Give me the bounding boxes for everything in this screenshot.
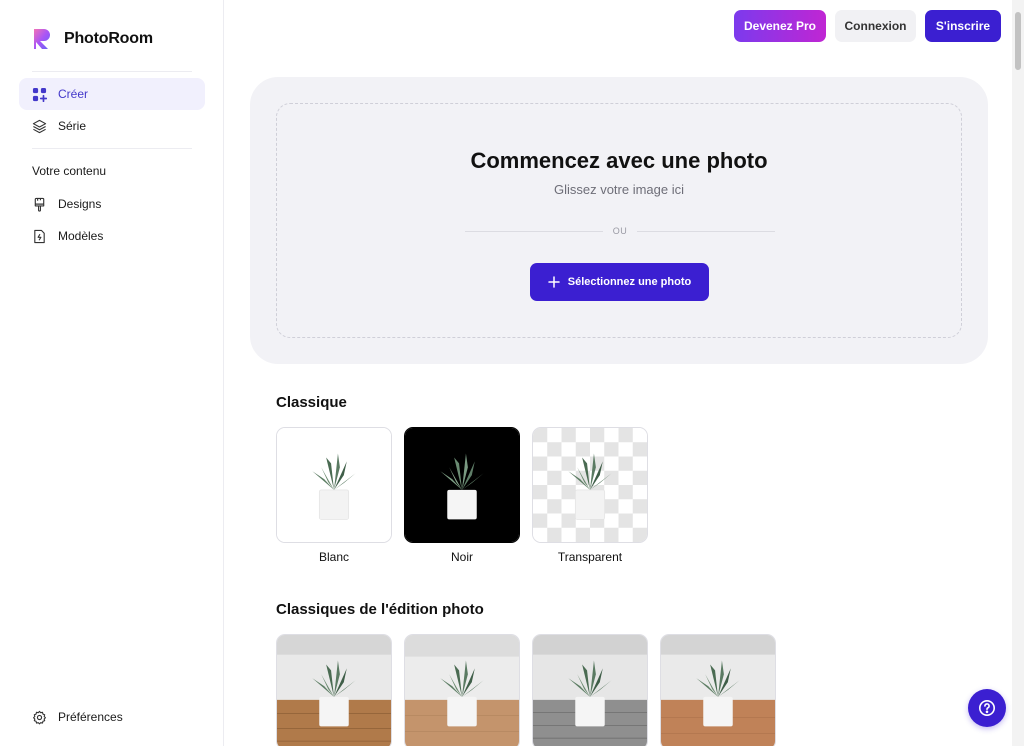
layers-icon	[32, 119, 47, 133]
sidebar-item-label: Préférences	[58, 710, 123, 724]
sidebar-item-modeles[interactable]: Modèles	[19, 220, 205, 252]
section-label-votre-contenu: Votre contenu	[32, 164, 107, 178]
section-title-classique: Classique	[276, 394, 347, 411]
sidebar-item-label: Modèles	[58, 229, 104, 243]
card-label: Transparent	[557, 550, 623, 564]
image-drop-zone[interactable]: Commencez avec une photo Glissez votre i…	[276, 103, 962, 338]
sidebar-item-designs[interactable]: Designs	[19, 188, 205, 220]
card-label: Blanc	[318, 550, 350, 564]
plant-room-thumbnail	[405, 635, 519, 746]
brand-name: PhotoRoom	[64, 30, 153, 47]
sidebar-item-creer[interactable]: Créer	[19, 78, 205, 110]
sidebar-item-label: Créer	[58, 87, 89, 101]
sidebar-divider	[32, 71, 192, 72]
template-card-edition[interactable]	[276, 634, 392, 746]
sidebar-item-serie[interactable]: Série	[19, 110, 205, 142]
plant-room-thumbnail	[533, 635, 647, 746]
separator-line	[637, 230, 775, 232]
select-photo-label: Sélectionnez une photo	[567, 276, 692, 288]
sidebar-item-label: Designs	[58, 197, 102, 211]
gear-icon	[33, 710, 46, 724]
plant-room-thumbnail	[277, 635, 391, 746]
sidebar-divider	[32, 148, 192, 149]
template-card-edition[interactable]	[660, 634, 776, 746]
help-icon	[979, 700, 995, 716]
plant-thumbnail	[277, 428, 391, 542]
card-label: Noir	[450, 550, 473, 564]
plant-thumbnail	[405, 428, 519, 542]
sidebar: PhotoRoom Créer Série Votre contenu Desi…	[0, 0, 224, 746]
grid-plus-icon	[32, 87, 47, 102]
section-title-edition: Classiques de l'édition photo	[276, 601, 484, 618]
upload-title: Commencez avec une photo	[470, 148, 768, 173]
select-photo-button[interactable]: Sélectionnez une photo	[530, 263, 709, 301]
template-card-noir[interactable]	[404, 427, 520, 543]
upload-subtitle: Glissez votre image ici	[553, 182, 685, 197]
or-separator: OU	[465, 224, 775, 238]
page-scrollbar[interactable]	[1012, 0, 1024, 746]
help-button[interactable]	[968, 689, 1006, 727]
connexion-button[interactable]: Connexion	[835, 10, 916, 42]
template-icon	[34, 229, 45, 243]
sinscrire-button[interactable]: S'inscrire	[925, 10, 1001, 42]
plant-room-thumbnail	[661, 635, 775, 746]
devenez-pro-button[interactable]: Devenez Pro	[734, 10, 826, 42]
separator-line	[465, 230, 603, 232]
template-card-blanc[interactable]	[276, 427, 392, 543]
brand-logo[interactable]: PhotoRoom	[32, 27, 153, 51]
brush-icon	[34, 197, 45, 212]
template-card-edition[interactable]	[404, 634, 520, 746]
scrollbar-thumb[interactable]	[1015, 12, 1021, 70]
or-text: OU	[612, 226, 628, 236]
photoroom-logo-icon	[34, 29, 50, 49]
template-card-transparent[interactable]	[532, 427, 648, 543]
plus-icon	[548, 276, 560, 288]
upload-panel: Commencez avec une photo Glissez votre i…	[250, 77, 988, 364]
template-card-edition[interactable]	[532, 634, 648, 746]
sidebar-item-preferences[interactable]: Préférences	[19, 701, 205, 733]
sidebar-item-label: Série	[58, 119, 87, 133]
plant-thumbnail	[533, 428, 647, 542]
